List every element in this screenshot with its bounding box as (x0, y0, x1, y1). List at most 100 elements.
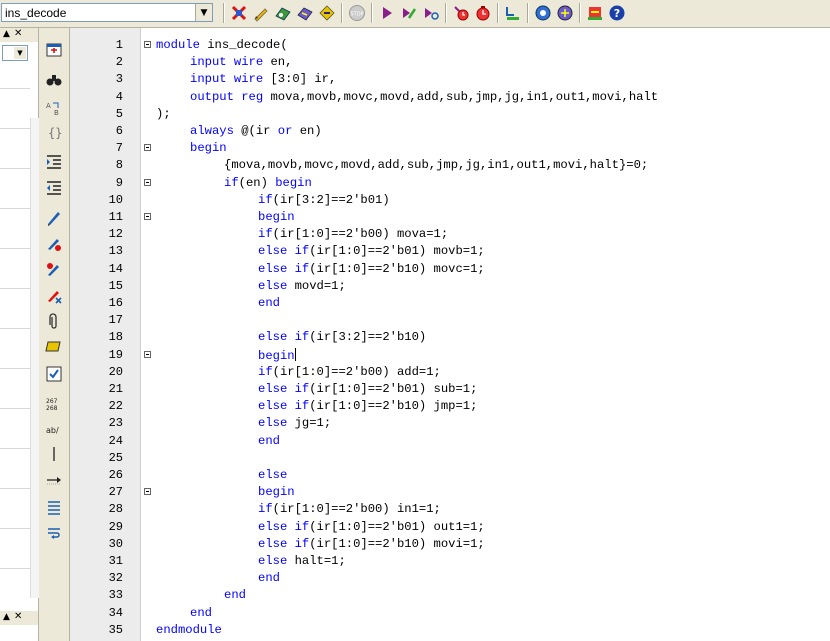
bookmark-clear-icon[interactable] (42, 284, 66, 308)
rtl-viewer-icon[interactable] (272, 2, 294, 24)
fitter-icon[interactable] (316, 2, 338, 24)
find-icon[interactable] (42, 68, 66, 92)
insert-template-icon[interactable] (42, 362, 66, 386)
bookmark-next-icon[interactable] (42, 232, 66, 256)
code-line[interactable]: 4 output reg mova,movb,movc,movd,add,sub,… (70, 89, 830, 106)
close-icon[interactable]: ✕ (14, 611, 22, 622)
indent-icon[interactable] (42, 150, 66, 174)
chevron-down-icon[interactable]: ▼ (14, 47, 26, 59)
code-line[interactable]: 20 if(ir[1:0]==2'b00) add=1; (70, 364, 830, 381)
panel-header: ▲ ✕ (0, 28, 38, 42)
code-line[interactable]: 7 begin (70, 140, 830, 157)
line-number: 21 (108, 382, 123, 396)
code-line[interactable]: 14 else if(ir[1:0]==2'b10) movc=1; (70, 261, 830, 278)
code-line[interactable]: 21 else if(ir[1:0]==2'b01) sub=1; (70, 381, 830, 398)
code-token: en, (263, 55, 293, 70)
code-line[interactable]: 1 module ins_decode( (70, 37, 830, 54)
code-line[interactable]: 30 else if(ir[1:0]==2'b10) movi=1; (70, 536, 830, 553)
code-line[interactable]: 2 input wire en, (70, 54, 830, 71)
comment-icon[interactable] (42, 334, 66, 358)
code-line[interactable]: 19 begin (70, 347, 830, 364)
fold-collapse-icon[interactable] (144, 350, 151, 358)
device-icon[interactable] (584, 2, 606, 24)
code-line[interactable]: 31 else halt=1; (70, 553, 830, 570)
bookmark-prev-icon[interactable] (42, 258, 66, 282)
code-line[interactable]: 8 {mova,movb,movc,movd,add,sub,jmp,jg,in1… (70, 157, 830, 174)
code-line[interactable]: 18 else if(ir[3:2]==2'b10) (70, 329, 830, 346)
timing-icon[interactable] (420, 2, 442, 24)
code-line[interactable]: 5); (70, 106, 830, 123)
fold-collapse-icon[interactable] (144, 144, 151, 152)
stop-icon[interactable]: STOP (346, 2, 368, 24)
programmer-icon[interactable] (472, 2, 494, 24)
line-number: 29 (108, 519, 123, 534)
line-numbers-icon[interactable]: 267 268 (42, 392, 66, 416)
code-line[interactable]: 27 begin (70, 484, 830, 501)
code-line[interactable]: 35 endmodule (70, 622, 830, 639)
analysis-icon[interactable] (294, 2, 316, 24)
svg-text:{}: {} (48, 126, 62, 140)
keyword-token: module (156, 38, 200, 52)
code-line[interactable]: 13 else if(ir[1:0]==2'b01) movb=1; (70, 243, 830, 260)
close-icon[interactable]: ✕ (14, 28, 22, 39)
fold-collapse-icon[interactable] (144, 178, 151, 186)
wrap-icon[interactable] (42, 522, 66, 546)
code-line[interactable]: 10 if(ir[3:2]==2'b01) (70, 192, 830, 209)
code-line[interactable]: 32 end (70, 570, 830, 587)
code-editor[interactable]: 1 module ins_decode(2 input wire en, 3 input… (70, 28, 830, 641)
code-line[interactable]: 12 if(ir[1:0]==2'b00) mova=1; (70, 226, 830, 243)
code-line[interactable]: 24 end (70, 433, 830, 450)
open-file-icon[interactable] (42, 38, 66, 62)
code-line[interactable]: 26 else (70, 467, 830, 484)
code-line[interactable]: 28 if(ir[1:0]==2'b00) in1=1; (70, 501, 830, 518)
spell-check-icon[interactable]: ab/ (42, 418, 66, 442)
line-number: 25 (108, 450, 123, 465)
code-text: if(ir[3:2]==2'b01) (258, 193, 390, 207)
pencil-icon[interactable] (250, 2, 272, 24)
replace-icon[interactable]: AB (42, 96, 66, 120)
code-line[interactable]: 16 end (70, 295, 830, 312)
assignment-icon[interactable] (450, 2, 472, 24)
code-line[interactable]: 3 input wire [3:0] ir, (70, 71, 830, 88)
code-line[interactable]: 11 begin (70, 209, 830, 226)
code-line[interactable]: 34 end (70, 605, 830, 622)
brace-icon[interactable]: {} (42, 120, 66, 144)
code-line[interactable]: 33 end (70, 587, 830, 604)
code-line[interactable]: 23 else jg=1; (70, 415, 830, 432)
chip-planner-icon[interactable] (554, 2, 576, 24)
unindent-icon[interactable] (42, 176, 66, 200)
code-text: else if(ir[1:0]==2'b10) movi=1; (258, 537, 485, 551)
keyword-token: else if (258, 330, 310, 345)
help-icon[interactable]: ? (606, 2, 628, 24)
attach-icon[interactable] (42, 310, 66, 334)
chevron-down-icon[interactable]: ▼ (195, 4, 212, 21)
entity-combo-value: ins_decode (5, 6, 67, 20)
bookmark-toggle-icon[interactable] (42, 206, 66, 230)
fold-collapse-icon[interactable] (144, 213, 151, 220)
compile-icon[interactable] (228, 2, 250, 24)
code-line[interactable]: 25 (70, 450, 830, 467)
start-icon[interactable] (376, 2, 398, 24)
keyword-token: always (190, 124, 234, 138)
goto-line-icon[interactable] (42, 468, 66, 492)
panel-combo[interactable]: ▼ (2, 45, 28, 61)
code-token: jg=1; (287, 416, 332, 431)
entity-combo[interactable]: ins_decode ▼ (1, 3, 213, 22)
compile-flow-icon[interactable] (398, 2, 420, 24)
netlist-icon[interactable] (532, 2, 554, 24)
fold-collapse-icon[interactable] (144, 41, 151, 48)
code-line[interactable]: 29 else if(ir[1:0]==2'b01) out1=1; (70, 519, 830, 536)
code-line[interactable]: 15 else movd=1; (70, 278, 830, 295)
scrollbar[interactable] (30, 118, 39, 598)
code-line[interactable]: 22 else if(ir[1:0]==2'b10) jmp=1; (70, 398, 830, 415)
line-number: 35 (108, 622, 123, 637)
fold-collapse-icon[interactable] (144, 488, 151, 496)
align-icon[interactable] (42, 496, 66, 520)
code-line[interactable]: 17 (70, 312, 830, 329)
code-line[interactable]: 9 if(en) begin (70, 175, 830, 192)
signal-tap-icon[interactable] (502, 2, 524, 24)
collapse-up-icon[interactable]: ▲ (3, 612, 10, 622)
code-line[interactable]: 6 always @(ir or en) (70, 123, 830, 140)
collapse-up-icon[interactable]: ▲ (3, 29, 10, 39)
cursor-icon[interactable] (42, 442, 66, 466)
